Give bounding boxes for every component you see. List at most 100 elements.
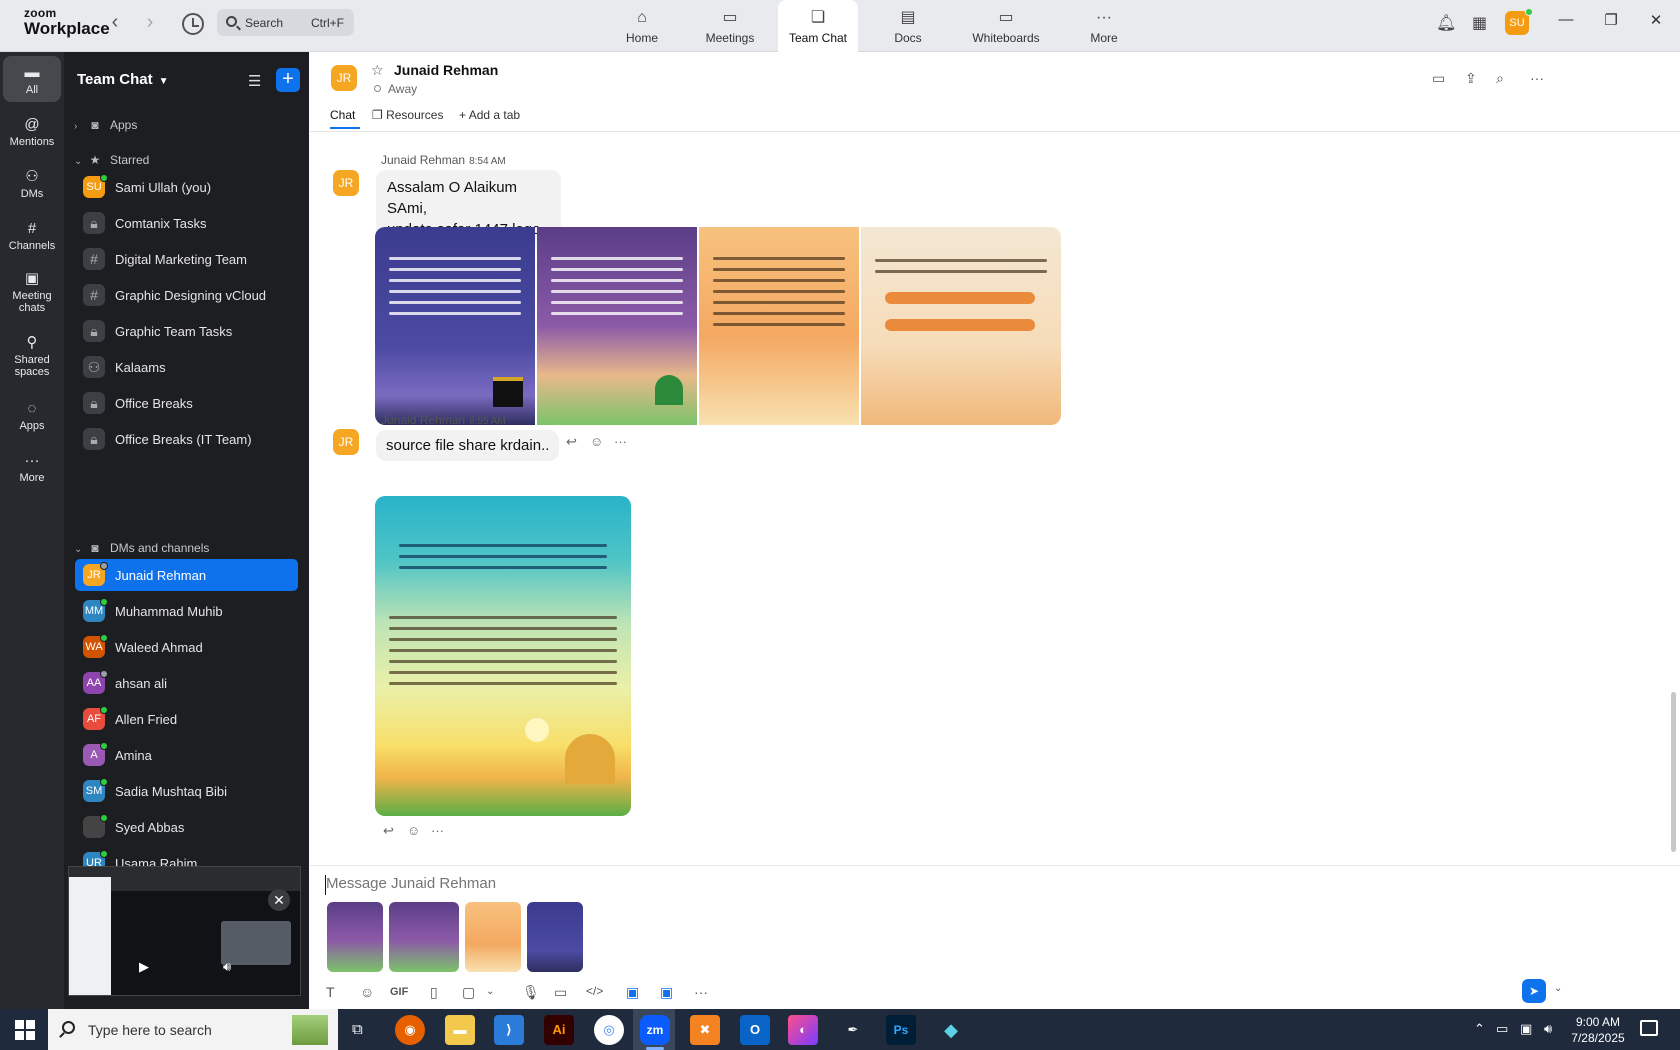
rail-item-all[interactable]: ▬ All [3,56,61,102]
section-apps[interactable]: › ◙ Apps [74,118,137,132]
starred-item[interactable]: ⚇ Kalaams [75,351,298,383]
outlook-icon[interactable]: O [740,1015,770,1045]
dm-item[interactable]: Syed Abbas [75,811,298,843]
starred-item[interactable]: # Graphic Designing vCloud [75,279,298,311]
rail-item-dms[interactable]: ⚇ DMs [3,160,61,200]
tray-chevron-up-icon[interactable]: ⌃ [1474,1021,1485,1037]
more-options-icon[interactable]: ··· [1530,70,1544,86]
zoom-icon[interactable]: zm [640,1015,670,1045]
rail-item-more[interactable]: ··· More [3,444,61,484]
attachment-thumbnail-2[interactable] [389,902,459,972]
dm-item[interactable]: AF Allen Fried [75,703,298,735]
taskbar-search[interactable]: Type here to search [48,1009,338,1050]
image-attachment-1[interactable] [375,227,535,425]
notification-bell-icon[interactable]: 🔔︎ [1436,13,1456,33]
tab-meetings[interactable]: ▭ Meetings [690,0,770,52]
add-reaction-icon[interactable]: ☺ [407,823,420,838]
send-options-chevron[interactable]: ⌄ [1554,983,1562,994]
dm-item[interactable]: A Amina [75,739,298,771]
dm-item[interactable]: WA Waleed Ahmad [75,631,298,663]
starred-item[interactable]: # Digital Marketing Team [75,243,298,275]
volume-icon[interactable]: 🔊︎ [223,959,231,975]
new-chat-button[interactable]: + [276,68,300,92]
app-diamond-icon[interactable]: ◆ [936,1015,966,1045]
star-outline-icon[interactable]: ☆ [371,62,384,79]
filter-icon[interactable]: ☰ [248,72,261,90]
dm-item[interactable]: MM Muhammad Muhib [75,595,298,627]
app-integration-icon[interactable]: ▣ [626,984,639,1001]
add-tab-button[interactable]: + Add a tab [459,108,520,122]
calendar-icon[interactable]: ▦ [1472,13,1487,33]
dm-item[interactable]: AA ahsan ali [75,667,298,699]
firefox-icon[interactable]: ◉ [395,1015,425,1045]
starred-item[interactable]: SU Sami Ullah (you) [75,171,298,203]
starred-item[interactable]: 🔒︎ Office Breaks [75,387,298,419]
tray-volume-icon[interactable]: 🔊︎ [1544,1021,1552,1037]
illustrator-icon[interactable]: Ai [544,1015,574,1045]
rail-item-channels[interactable]: # Channels [3,212,61,252]
share-screen-icon[interactable]: ⇪ [1465,70,1477,87]
contact-name[interactable]: Junaid Rehman [394,62,498,78]
image-attachment-group[interactable] [375,227,1061,425]
search-icon[interactable]: ⌕ [1496,70,1504,87]
image-attachment-4[interactable] [861,227,1061,425]
tab-whiteboards[interactable]: ▭ Whiteboards [956,0,1056,52]
search-box[interactable]: Search Ctrl+F [217,9,354,36]
add-reaction-icon[interactable]: ☺ [590,434,603,449]
tab-home[interactable]: ⌂ Home [602,0,682,52]
contact-avatar[interactable]: JR [331,65,357,91]
back-arrow-icon[interactable]: ‹ [105,12,125,33]
attachment-thumbnail-3[interactable] [465,902,521,972]
rail-item-apps[interactable]: ◌ Apps [3,392,61,432]
starred-item[interactable]: 🔒︎ Office Breaks (IT Team) [75,423,298,455]
task-view-icon[interactable]: ⧉ [352,1021,363,1038]
code-snippet-icon[interactable]: </> [586,984,603,998]
section-dms-and-channels[interactable]: ⌄ ◙ DMs and channels [74,541,209,555]
reply-icon[interactable]: ↩ [566,434,577,450]
xampp-icon[interactable]: ✖ [690,1015,720,1045]
section-starred[interactable]: ⌄ ★ Starred [74,153,149,167]
play-icon[interactable]: ▶ [139,959,149,975]
photoshop-icon[interactable]: Ps [886,1015,916,1045]
close-button[interactable]: ✕ [1646,11,1666,29]
attachment-thumbnail-1[interactable] [327,902,383,972]
floating-video-player[interactable]: ✕ ▶ 🔊︎ [68,866,301,996]
gif-button[interactable]: GIF [390,986,408,998]
chevron-down-icon[interactable]: ⌄ [486,986,494,997]
message-input[interactable] [326,875,1526,892]
tab-resources[interactable]: ❐ Resources [372,108,443,122]
rail-item-shared-spaces[interactable]: ⚲ Shared spaces [3,326,61,378]
file-explorer-icon[interactable]: ▬ [445,1015,475,1045]
windows-start-button[interactable] [15,1020,35,1040]
microphone-icon[interactable]: 🎙︎ [522,984,540,1001]
notification-center-icon[interactable] [1640,1020,1658,1036]
format-text-icon[interactable]: T [326,984,335,1000]
history-icon[interactable] [182,13,204,35]
attachment-thumbnail-4[interactable] [527,902,583,972]
tab-chat[interactable]: Chat [330,108,355,122]
chat-scrollbar[interactable] [1671,692,1676,852]
starred-item[interactable]: 🔒︎ Comtanix Tasks [75,207,298,239]
vscode-icon[interactable]: ⟩ [494,1015,524,1045]
dm-item[interactable]: SM Sadia Mushtaq Bibi [75,775,298,807]
image-attachment-5[interactable] [375,496,631,816]
sidebar-title[interactable]: Team Chat ▼ [77,71,168,88]
image-attachment-3[interactable] [699,227,859,425]
file-icon[interactable]: ▯ [430,984,438,1001]
send-button[interactable]: ➤ [1522,979,1546,1003]
forward-arrow-icon[interactable]: › [140,12,160,33]
more-options-icon[interactable]: ··· [694,984,708,1000]
dm-item[interactable]: JR Junaid Rehman [75,559,298,591]
creative-cloud-icon[interactable]: ◐ [788,1015,818,1045]
chat-app-icon[interactable]: ▣ [660,984,673,1001]
tray-network-icon[interactable]: ▣ [1520,1021,1532,1037]
message-avatar[interactable]: JR [333,429,359,455]
rail-item-meeting-chats[interactable]: ▣ Meeting chats [3,262,61,314]
video-message-icon[interactable]: ▭ [554,984,567,1001]
tab-more[interactable]: ··· More [1064,0,1144,52]
chrome-icon[interactable]: ◎ [594,1015,624,1045]
video-call-icon[interactable]: ▭ [1432,70,1445,87]
tab-docs[interactable]: ▤ Docs [868,0,948,52]
pen-tool-icon[interactable]: ✒ [838,1015,868,1045]
taskbar-clock[interactable]: 9:00 AM 7/28/2025 [1568,1014,1628,1046]
